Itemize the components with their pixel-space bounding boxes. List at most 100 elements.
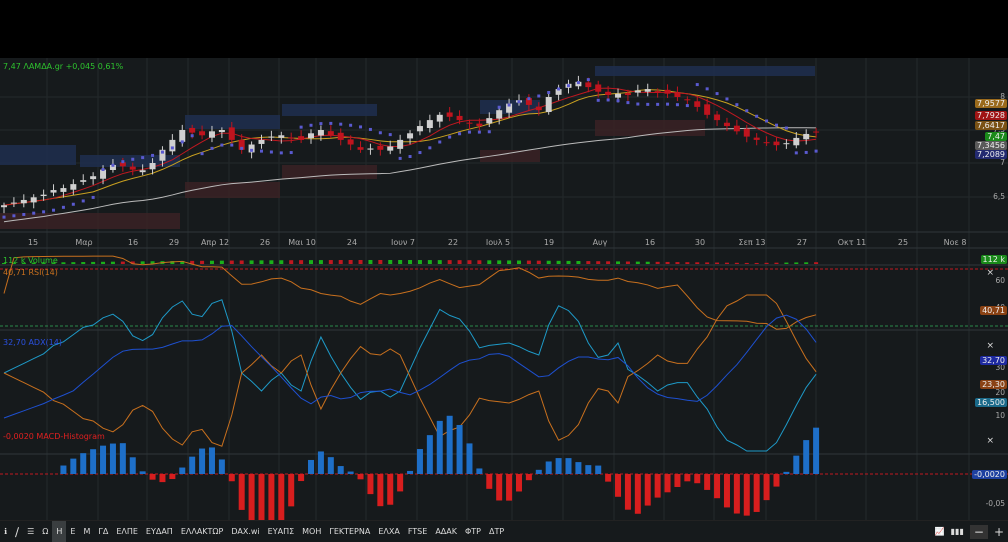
macd-histogram-bar	[506, 474, 513, 501]
parabolic-sar-dot	[279, 151, 283, 155]
candle-body	[545, 97, 552, 112]
volume-tag: 112 k	[980, 255, 1007, 264]
macd-histogram-bar	[139, 471, 146, 474]
bar-chart-icon[interactable]: ▮▮▮	[951, 527, 964, 536]
parabolic-sar-dot	[626, 101, 630, 105]
volume-bar	[655, 261, 660, 264]
volume-bar	[269, 260, 274, 264]
volume-bar	[487, 260, 492, 264]
toolbar-symbol-2[interactable]: Ε	[66, 521, 79, 542]
close-adx-icon[interactable]: ×	[986, 341, 994, 351]
date-tick: Αυγ	[592, 238, 608, 247]
candle-body	[367, 148, 374, 150]
parabolic-sar-dot	[259, 149, 263, 153]
chart-canvas[interactable]	[0, 58, 1008, 520]
candle-body	[644, 89, 651, 92]
chart-type-icon[interactable]: 📈	[935, 527, 945, 536]
price-tag: 7,6417	[975, 121, 1007, 130]
draw-line-button[interactable]: ∕	[11, 521, 23, 542]
chart-area[interactable]: 7,47 ΛΑΜΔΑ.gr +0,045 0,61% 87,576,57,957…	[0, 58, 1008, 520]
macd-histogram-bar	[515, 474, 522, 492]
zone-box	[282, 104, 377, 116]
zone-box	[185, 182, 280, 198]
toolbar-symbol-11[interactable]: ΓΕΚΤΕΡΝΑ	[325, 521, 374, 542]
candle-body	[496, 110, 503, 119]
parabolic-sar-dot	[448, 135, 452, 139]
parabolic-sar-dot	[794, 151, 798, 155]
toolbar-symbol-7[interactable]: ΕΛΛΑΚΤΩΡ	[177, 521, 228, 542]
toolbar-symbol-0[interactable]: Ω	[38, 521, 52, 542]
zoom-out-button[interactable]: −	[969, 524, 988, 539]
volume-bar	[378, 260, 383, 264]
parabolic-sar-dot	[784, 126, 788, 130]
parabolic-sar-dot	[250, 148, 254, 152]
toolbar-symbol-1[interactable]: Η	[52, 521, 67, 542]
macd-histogram-bar	[149, 474, 156, 480]
toolbar-symbol-15[interactable]: ΦΤΡ	[461, 521, 485, 542]
toolbar-symbol-5[interactable]: ΕΛΠΕ	[112, 521, 142, 542]
toolbar-symbol-3[interactable]: Μ	[79, 521, 94, 542]
volume-bar	[318, 260, 323, 264]
volume-bar	[526, 260, 531, 264]
volume-bar	[200, 260, 205, 264]
zoom-in-button[interactable]: +	[994, 525, 1004, 539]
candle-body	[436, 114, 443, 122]
macd-histogram-bar	[129, 457, 136, 474]
parabolic-sar-dot	[398, 156, 402, 160]
candle-body	[139, 170, 146, 173]
macd-histogram-bar	[634, 474, 641, 514]
date-tick: Μαρ	[75, 238, 93, 247]
parabolic-sar-dot	[61, 205, 65, 209]
candle-body	[228, 127, 235, 140]
parabolic-sar-dot	[408, 155, 412, 159]
candle-body	[615, 93, 622, 98]
toolbar-symbol-16[interactable]: ΔΤΡ	[485, 521, 508, 542]
candle-body	[624, 92, 631, 96]
parabolic-sar-dot	[418, 151, 422, 155]
volume-bar	[417, 260, 422, 264]
di-plus-tag: 16,500	[975, 398, 1007, 407]
volume-bar	[91, 261, 96, 264]
parabolic-sar-dot	[151, 153, 155, 157]
candle-body	[654, 91, 661, 93]
parabolic-sar-dot	[725, 97, 729, 101]
candle-body	[407, 133, 414, 139]
close-rsi-icon[interactable]: ×	[986, 268, 994, 278]
date-tick: Νοε 8	[943, 238, 967, 247]
candle-body	[149, 163, 156, 170]
close-macd-icon[interactable]: ×	[986, 436, 994, 446]
macd-histogram-bar	[525, 474, 532, 481]
layout-menu-button[interactable]: ☰	[23, 521, 38, 542]
macd-histogram-bar	[545, 461, 552, 474]
toolbar-symbol-6[interactable]: ΕΥΔΑΠ	[142, 521, 177, 542]
macd-histogram-bar	[595, 465, 602, 474]
candle-body	[456, 115, 463, 121]
macd-histogram-bar	[278, 474, 285, 520]
candle-body	[40, 194, 47, 197]
volume-bar	[754, 262, 759, 264]
volume-bar	[358, 260, 363, 264]
toolbar-symbol-13[interactable]: FTSE	[404, 521, 431, 542]
toolbar-symbol-4[interactable]: ΓΔ	[94, 521, 112, 542]
toolbar-symbol-14[interactable]: ΑΔΑΚ	[431, 521, 461, 542]
toolbar-symbol-9[interactable]: ΕΥΑΠΣ	[264, 521, 298, 542]
candle-body	[416, 126, 423, 132]
volume-label: 112 k Volume	[3, 256, 58, 265]
parabolic-sar-dot	[586, 78, 590, 82]
volume-bar	[645, 261, 650, 264]
toolbar-symbol-12[interactable]: ΕΛΧΑ	[374, 521, 403, 542]
candle-body	[10, 202, 17, 204]
macd-histogram-bar	[169, 474, 176, 480]
candle-body	[90, 176, 97, 180]
date-tick: Ιουλ 5	[485, 238, 511, 247]
toolbar-symbol-8[interactable]: DAX.wi	[227, 521, 263, 542]
info-button[interactable]: ℹ	[0, 521, 11, 542]
toolbar-symbol-10[interactable]: ΜΟΗ	[298, 521, 325, 542]
volume-bar	[665, 261, 670, 264]
volume-bar	[477, 260, 482, 264]
macd-histogram-bar	[476, 468, 483, 474]
volume-bar	[804, 262, 809, 264]
macd-histogram-bar	[298, 474, 305, 482]
macd-histogram-bar	[238, 474, 245, 510]
macd-histogram-bar	[605, 474, 612, 482]
